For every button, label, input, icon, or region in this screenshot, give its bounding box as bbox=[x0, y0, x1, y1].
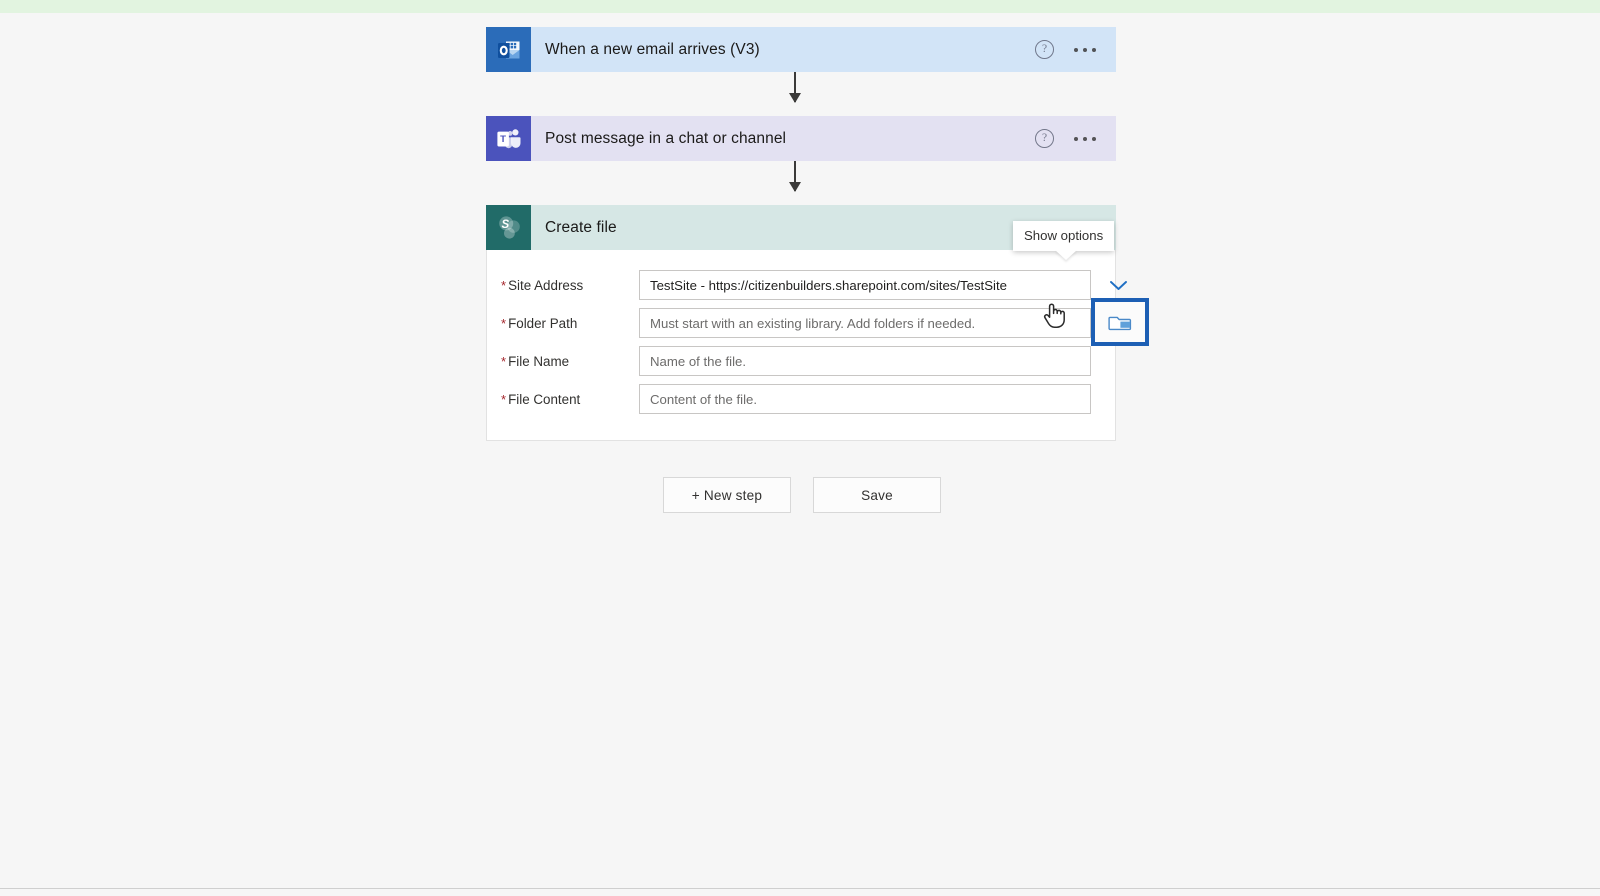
file-content-input[interactable]: Content of the file. bbox=[639, 384, 1091, 414]
show-options-tooltip: Show options bbox=[1013, 221, 1115, 251]
card-title: When a new email arrives (V3) bbox=[545, 40, 760, 58]
field-label-text: File Content bbox=[508, 391, 581, 407]
field-label-file-name: * File Name bbox=[501, 354, 639, 369]
file-content-placeholder: Content of the file. bbox=[650, 391, 758, 407]
card-title: Post message in a chat or channel bbox=[545, 129, 787, 147]
help-icon[interactable]: ? bbox=[1035, 40, 1054, 59]
form-row-file-name: * File Name Name of the file. bbox=[487, 342, 1115, 380]
required-marker: * bbox=[501, 315, 507, 331]
card-title: Create file bbox=[545, 218, 617, 236]
flow-step-card-email-trigger[interactable]: When a new email arrives (V3) ? bbox=[486, 27, 1116, 72]
required-marker: * bbox=[501, 353, 507, 369]
card-header[interactable]: T Post message in a chat or channel ? bbox=[486, 116, 1116, 161]
folder-path-input[interactable]: Must start with an existing library. Add… bbox=[639, 308, 1091, 338]
file-name-input[interactable]: Name of the file. bbox=[639, 346, 1091, 376]
field-label-text: Folder Path bbox=[508, 315, 578, 331]
field-label-file-content: * File Content bbox=[501, 392, 639, 407]
field-wrap-site-address: TestSite - https://citizenbuilders.share… bbox=[639, 270, 1127, 300]
new-step-button[interactable]: + New step bbox=[663, 477, 791, 513]
teams-icon: T bbox=[486, 116, 531, 161]
flow-step-card-teams-action[interactable]: T Post message in a chat or channel ? bbox=[486, 116, 1116, 161]
folder-path-placeholder: Must start with an existing library. Add… bbox=[650, 315, 976, 331]
site-address-input[interactable]: TestSite - https://citizenbuilders.share… bbox=[639, 270, 1091, 300]
required-marker: * bbox=[501, 277, 507, 293]
svg-text:T: T bbox=[500, 133, 506, 144]
file-name-placeholder: Name of the file. bbox=[650, 353, 747, 369]
field-label-folder-path: * Folder Path bbox=[501, 316, 639, 331]
required-marker: * bbox=[501, 391, 507, 407]
svg-text:S: S bbox=[501, 219, 509, 231]
chevron-down-icon bbox=[1109, 280, 1127, 290]
card-header-actions: ? bbox=[1035, 129, 1116, 148]
more-options-icon[interactable] bbox=[1072, 44, 1098, 56]
card-header-actions: ? bbox=[1035, 40, 1116, 59]
more-options-icon[interactable] bbox=[1072, 133, 1098, 145]
flow-footer-actions: + New step Save bbox=[663, 477, 941, 513]
card-header[interactable]: When a new email arrives (V3) ? bbox=[486, 27, 1116, 72]
folder-picker-button[interactable] bbox=[1091, 298, 1149, 346]
form-row-file-content: * File Content Content of the file. bbox=[487, 380, 1115, 418]
bottom-divider bbox=[0, 888, 1600, 889]
help-icon[interactable]: ? bbox=[1035, 129, 1054, 148]
field-wrap-folder-path: Must start with an existing library. Add… bbox=[639, 298, 1149, 346]
sharepoint-icon: S bbox=[486, 205, 531, 250]
site-address-value: TestSite - https://citizenbuilders.share… bbox=[650, 277, 1007, 293]
save-button[interactable]: Save bbox=[813, 477, 941, 513]
field-label-text: File Name bbox=[508, 353, 570, 369]
connector-arrow-2 bbox=[789, 161, 801, 192]
outlook-icon bbox=[486, 27, 531, 72]
connector-arrow-1 bbox=[789, 72, 801, 103]
app-canvas: When a new email arrives (V3) ? T Post m… bbox=[0, 0, 1600, 896]
form-row-site-address: * Site Address TestSite - https://citizen… bbox=[487, 266, 1127, 304]
folder-icon bbox=[1108, 316, 1132, 330]
form-row-folder-path: * Folder Path Must start with an existing… bbox=[487, 298, 1149, 346]
field-wrap-file-name: Name of the file. bbox=[639, 346, 1091, 376]
field-wrap-file-content: Content of the file. bbox=[639, 384, 1091, 414]
field-label-site-address: * Site Address bbox=[501, 278, 639, 293]
field-label-text: Site Address bbox=[508, 277, 584, 293]
top-notification-strip bbox=[0, 0, 1600, 13]
create-file-form: * Site Address TestSite - https://citizen… bbox=[486, 250, 1149, 441]
